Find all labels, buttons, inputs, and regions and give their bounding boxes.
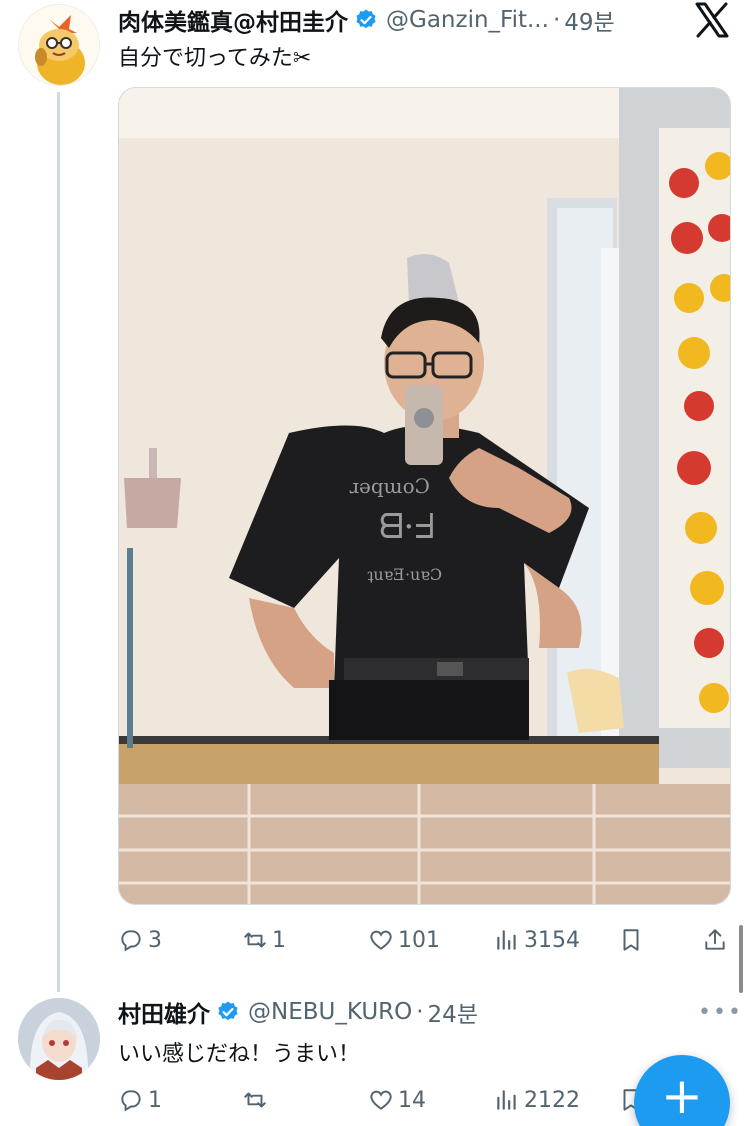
tweet-text: 自分で切ってみた✂	[118, 46, 312, 71]
author-avatar[interactable]	[18, 4, 100, 86]
reply-icon	[121, 1090, 141, 1112]
scrollbar[interactable]	[739, 925, 743, 993]
svg-text:ʇuɐƎ·uɐƆ: ʇuɐƎ·uɐƆ	[367, 565, 442, 584]
bookmark-button[interactable]	[618, 920, 648, 960]
bookmark-icon	[623, 929, 639, 951]
tweet-action-bar: 3 1 101 3154	[118, 920, 730, 960]
svg-text:ɹǝqɯoƆ: ɹǝqɯoƆ	[349, 474, 430, 498]
reply-timestamp[interactable]: 24분	[428, 995, 478, 1029]
repost-icon	[244, 1092, 266, 1108]
like-count: 101	[398, 927, 440, 953]
views-button[interactable]: 3154	[494, 920, 580, 960]
separator-dot: ·	[552, 7, 561, 33]
reply-count: 3	[148, 927, 162, 953]
repost-icon	[244, 932, 266, 948]
share-button[interactable]	[702, 920, 732, 960]
like-icon	[370, 930, 392, 950]
reply-author-avatar[interactable]	[18, 998, 100, 1080]
tweet-photo[interactable]: ɹǝqɯoƆ ᗺ·ᖵ ʇuɐƎ·uɐƆ	[118, 87, 731, 905]
verified-badge-icon	[356, 9, 376, 29]
author-handle[interactable]: @Ganzin_Fit...	[386, 7, 549, 33]
like-count: 14	[398, 1087, 426, 1113]
more-options-icon[interactable]: •••	[698, 1000, 743, 1025]
share-icon	[705, 929, 725, 950]
repost-button[interactable]: 1	[242, 920, 286, 960]
reply-button[interactable]: 3	[118, 920, 162, 960]
timestamp[interactable]: 49분	[564, 3, 614, 37]
verified-badge-icon	[218, 1001, 238, 1021]
separator-dot: ·	[416, 999, 424, 1025]
x-logo-icon[interactable]	[692, 0, 732, 40]
thread-connector-line	[57, 92, 60, 992]
compose-button[interactable]: +	[634, 1055, 730, 1126]
views-icon	[497, 930, 516, 950]
reply-count: 1	[148, 1087, 162, 1113]
views-count: 2122	[524, 1087, 580, 1113]
repost-button[interactable]	[242, 1080, 272, 1120]
views-icon	[497, 1090, 516, 1110]
reply-text: いい感じだね！うまい！	[118, 1042, 361, 1067]
anime-character-avatar-icon	[18, 998, 100, 1080]
author-name[interactable]: 肉体美鑑真@村田圭介	[118, 3, 348, 37]
reply-button[interactable]: 1	[118, 1080, 162, 1120]
views-button[interactable]: 2122	[494, 1080, 580, 1120]
like-button[interactable]: 101	[368, 920, 440, 960]
like-icon	[370, 1090, 392, 1110]
like-button[interactable]: 14	[368, 1080, 426, 1120]
plus-icon: +	[661, 1067, 703, 1125]
views-count: 3154	[524, 927, 580, 953]
mirror-selfie-photo: ɹǝqɯoƆ ᗺ·ᖵ ʇuɐƎ·uɐƆ	[119, 88, 730, 904]
tweet-header: 肉体美鑑真@村田圭介 @Ganzin_Fit... · 49분	[118, 2, 615, 38]
reply-author-handle[interactable]: @NEBU_KURO	[248, 999, 412, 1025]
svg-text:ᗺ·ᖵ: ᗺ·ᖵ	[379, 507, 434, 547]
repost-count: 1	[272, 927, 286, 953]
shrimp-mascot-avatar-icon	[19, 5, 99, 85]
reply-icon	[121, 930, 141, 952]
reply-header: 村田雄介 @NEBU_KURO · 24분	[118, 994, 478, 1030]
reply-author-name[interactable]: 村田雄介	[118, 995, 210, 1029]
